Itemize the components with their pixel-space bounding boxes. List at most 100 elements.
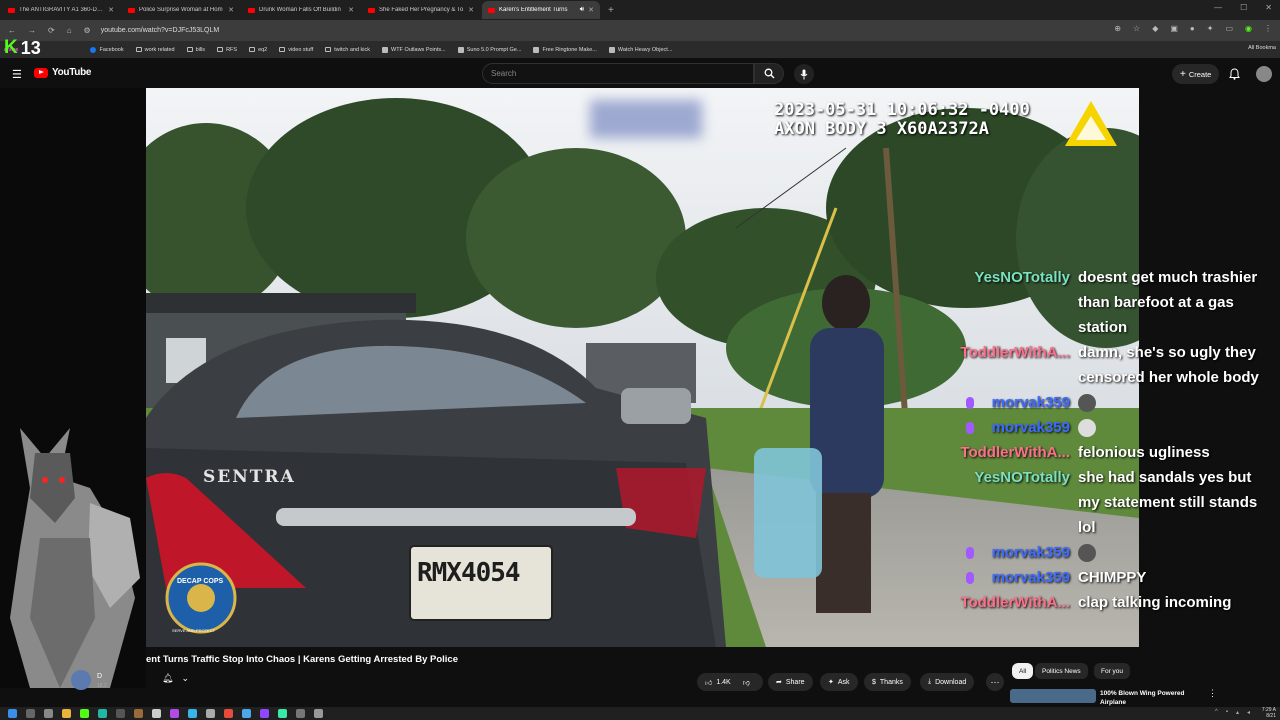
app-icon[interactable] xyxy=(206,709,215,718)
chat-username[interactable]: ToddlerWithA... xyxy=(950,340,1078,390)
subscription-bell-button[interactable]: 🔔︎ ⌄ xyxy=(162,673,189,684)
windows-start-icon[interactable] xyxy=(8,709,17,718)
taskbar-clock[interactable]: 7:29 A 8/21 xyxy=(1262,707,1276,719)
search-button[interactable] xyxy=(754,63,784,84)
site-info-icon[interactable]: ⚙ xyxy=(84,26,91,35)
bookmark-item[interactable]: twitch and kick xyxy=(325,47,370,53)
channel-avatar[interactable] xyxy=(71,670,91,690)
chat-username[interactable]: ToddlerWithA... xyxy=(950,590,1078,615)
extensions-puzzle-icon[interactable]: ✦ xyxy=(1207,24,1214,33)
bookmark-item[interactable]: Free Ringtone Make... xyxy=(533,46,597,53)
like-dislike-button[interactable]: 👍︎ 1.4K 👎︎ xyxy=(697,673,763,691)
recommended-video-title[interactable]: 100% Blown Wing Powered Airplane xyxy=(1100,689,1200,707)
bookmark-item[interactable]: Watch Heavy Object... xyxy=(608,46,672,53)
close-tab-icon[interactable]: ✕ xyxy=(228,6,234,14)
app-icon[interactable] xyxy=(242,709,251,718)
extension-icon[interactable]: ◆ xyxy=(1152,24,1158,33)
notifications-bell-icon[interactable] xyxy=(1229,67,1240,85)
bookmark-item[interactable]: video stuff xyxy=(279,47,313,53)
app-icon[interactable] xyxy=(260,709,269,718)
hamburger-menu-icon[interactable]: ☰ xyxy=(12,68,22,81)
home-icon[interactable]: ⌂ xyxy=(67,26,72,35)
chat-username[interactable]: YesNOTotally xyxy=(950,465,1078,540)
create-button[interactable]: + Create xyxy=(1172,64,1220,84)
channel-name[interactable]: D xyxy=(97,673,102,680)
more-actions-icon[interactable]: ⋯ xyxy=(986,673,1004,691)
app-icon[interactable] xyxy=(278,709,287,718)
chip-politics-news[interactable]: Politics News xyxy=(1035,663,1088,679)
share-button[interactable]: ➦ Share xyxy=(768,673,813,691)
search-taskbar-icon[interactable] xyxy=(26,709,35,718)
app-icon[interactable] xyxy=(152,709,161,718)
all-bookmarks[interactable]: All Bookma xyxy=(1248,45,1276,51)
bookmark-star-icon[interactable]: ☆ xyxy=(1133,24,1140,33)
bookmark-item[interactable]: WTF Outlaws Points... xyxy=(382,46,446,53)
bookmark-item[interactable]: eq2 xyxy=(249,47,267,53)
back-icon[interactable]: ← xyxy=(8,26,16,35)
thanks-button[interactable]: $ Thanks xyxy=(864,673,911,691)
app-icon[interactable] xyxy=(188,709,197,718)
bookmark-item[interactable]: Suno 5.0 Prompt Ge... xyxy=(457,46,521,53)
app-icon[interactable] xyxy=(116,709,125,718)
bookmark-item[interactable]: bills xyxy=(186,47,205,53)
thumbs-down-icon[interactable]: 👎︎ xyxy=(743,678,750,687)
url-field[interactable]: youtube.com/watch?v=DJFcJ53LQLM xyxy=(101,27,219,34)
chip-for-you[interactable]: For you xyxy=(1094,663,1131,679)
app-icon[interactable] xyxy=(170,709,179,718)
bookmark-item[interactable]: Facebook xyxy=(90,46,124,53)
tab-title: Drunk Woman Falls Off Buildin xyxy=(259,7,341,13)
ask-button[interactable]: ✦ Ask xyxy=(820,673,858,691)
browser-menu-icon[interactable]: ⋮ xyxy=(1264,24,1272,33)
minimize-icon[interactable]: — xyxy=(1214,3,1222,12)
browser-tab[interactable]: Drunk Woman Falls Off Buildin ✕ xyxy=(242,1,360,19)
app-icon[interactable] xyxy=(296,709,305,718)
app-icon[interactable] xyxy=(314,709,323,718)
file-explorer-icon[interactable] xyxy=(62,709,71,718)
close-tab-icon[interactable]: ✕ xyxy=(348,6,354,14)
browser-tab[interactable]: The ANTIGRAVITY A1 360-Degr ✕ xyxy=(2,1,120,19)
volume-icon[interactable]: ◂ xyxy=(1247,709,1250,716)
chip-all[interactable]: All xyxy=(1012,663,1034,679)
chat-username[interactable]: morvak359 xyxy=(950,390,1078,415)
profile-icon[interactable]: ◉ xyxy=(1245,24,1252,33)
chat-username[interactable]: morvak359 xyxy=(950,415,1078,440)
tray-app-icon[interactable]: ▪ xyxy=(1226,709,1228,716)
video-title: ent Turns Traffic Stop Into Chaos | Kare… xyxy=(146,654,458,665)
new-tab-icon[interactable]: + xyxy=(608,5,614,16)
chat-username-text: ToddlerWithA... xyxy=(960,344,1070,361)
maximize-icon[interactable]: ☐ xyxy=(1240,3,1247,12)
recommendation-more-icon[interactable]: ⋮ xyxy=(1208,688,1217,699)
task-view-icon[interactable] xyxy=(44,709,53,718)
install-icon[interactable]: ⊕ xyxy=(1114,24,1121,33)
kick-app-icon[interactable] xyxy=(80,709,89,718)
app-icon[interactable] xyxy=(98,709,107,718)
network-icon[interactable]: ▴ xyxy=(1236,709,1239,716)
chat-username[interactable]: morvak359 xyxy=(950,565,1078,590)
bookmark-item[interactable]: work related xyxy=(135,47,175,53)
app-icon[interactable] xyxy=(134,709,143,718)
bookmark-item[interactable]: RFS xyxy=(217,47,237,53)
chat-username[interactable]: YesNOTotally xyxy=(950,265,1078,340)
chrome-icon[interactable] xyxy=(224,709,233,718)
browser-tab[interactable]: Police Surprise Woman at Hom ✕ xyxy=(122,1,240,19)
voice-search-button[interactable] xyxy=(794,64,814,84)
extension-icon[interactable]: ● xyxy=(1190,24,1195,33)
recommended-video-thumbnail[interactable] xyxy=(1010,689,1096,703)
close-window-icon[interactable]: ✕ xyxy=(1265,3,1272,12)
download-button[interactable]: ⤓ Download xyxy=(920,673,975,691)
youtube-logo[interactable]: YouTube xyxy=(34,67,92,78)
forward-icon[interactable]: → xyxy=(28,26,36,35)
tray-chevron-icon[interactable]: ^ xyxy=(1215,709,1218,716)
chat-username[interactable]: ToddlerWithA... xyxy=(950,440,1078,465)
browser-tab[interactable]: She Faked Her Pregnancy & To ✕ xyxy=(362,1,480,19)
close-tab-icon[interactable]: ✕ xyxy=(108,6,114,14)
search-input[interactable]: Search xyxy=(482,63,754,84)
close-tab-icon[interactable]: ✕ xyxy=(468,6,474,14)
close-tab-icon[interactable]: ✕ xyxy=(588,6,594,14)
user-avatar[interactable] xyxy=(1256,66,1272,82)
extension-icon[interactable]: ▣ xyxy=(1170,24,1178,33)
sidepanel-icon[interactable]: ▭ xyxy=(1225,24,1233,33)
chat-username[interactable]: morvak359 xyxy=(950,540,1078,565)
reload-icon[interactable]: ⟳ xyxy=(48,26,55,35)
browser-tab[interactable]: Karen's Entitlement Turns 🔊︎ ✕ xyxy=(482,1,600,19)
